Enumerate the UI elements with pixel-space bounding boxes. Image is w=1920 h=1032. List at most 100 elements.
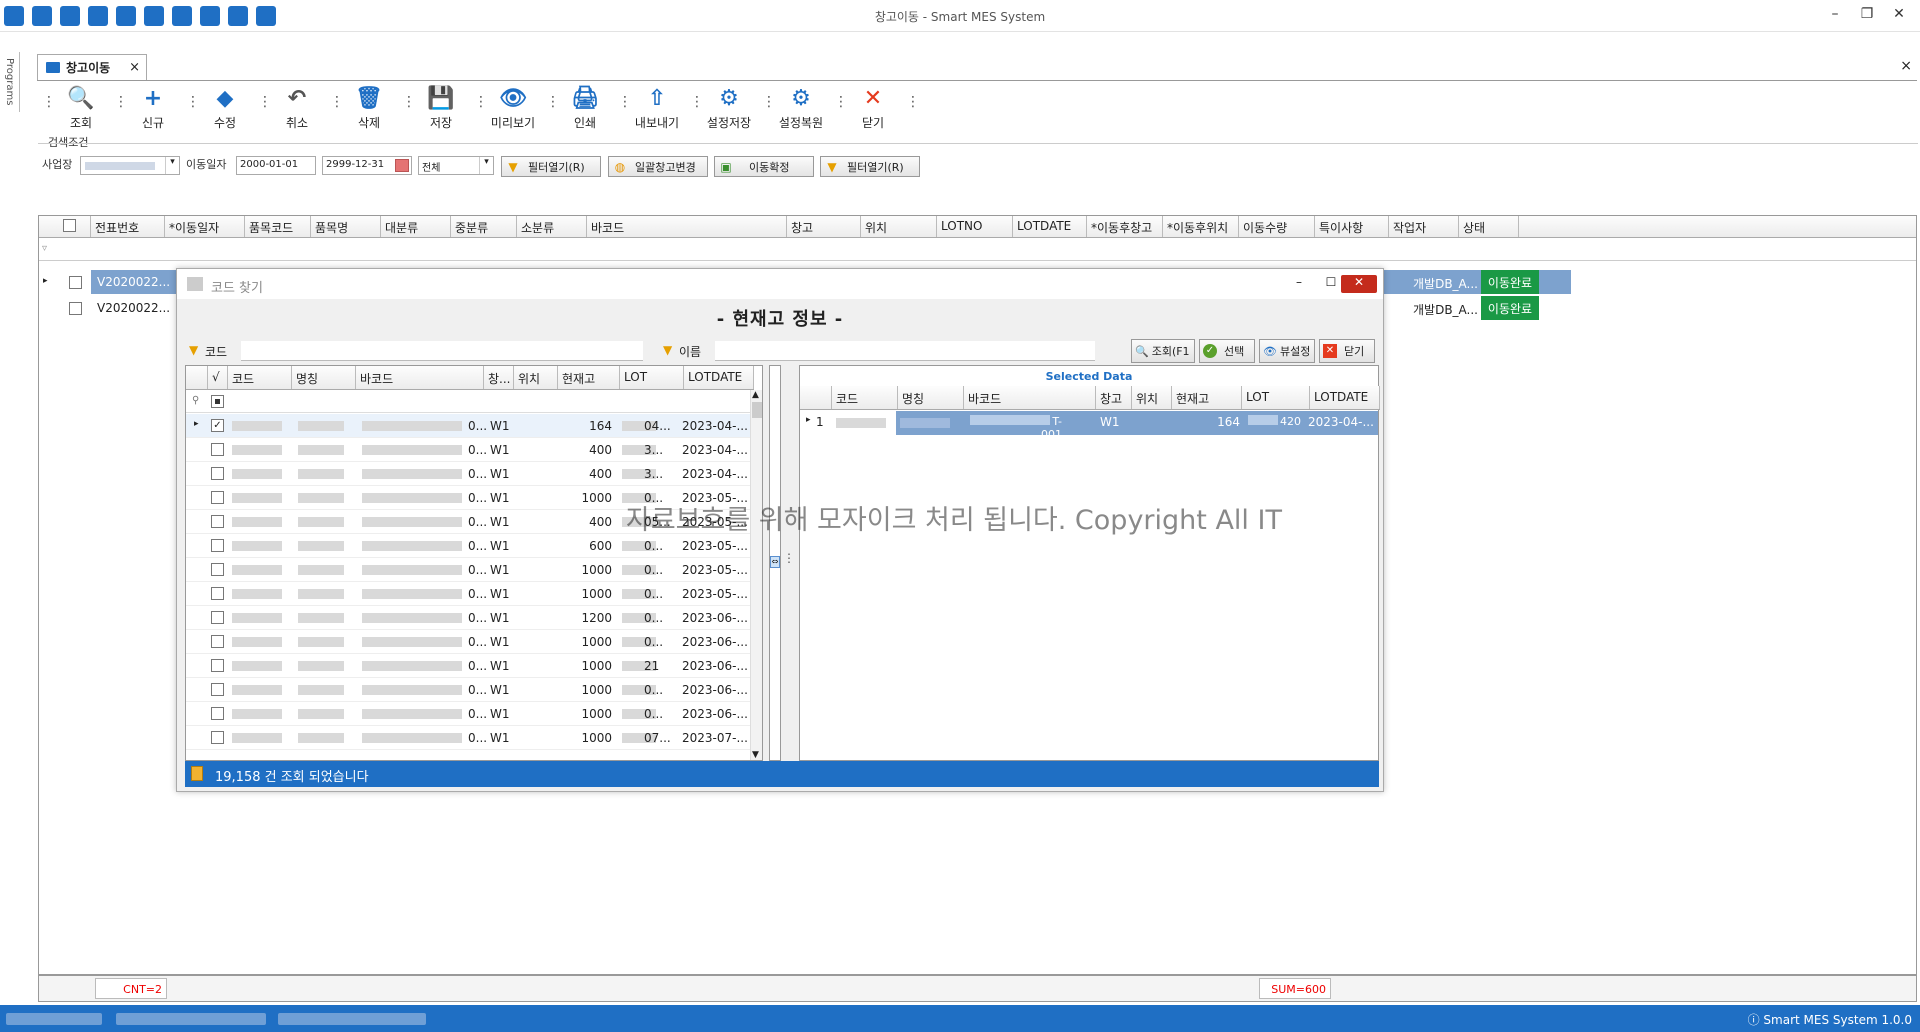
confirm-move-button[interactable]: ▣ 이동확정 <box>714 156 814 177</box>
name-input[interactable] <box>715 341 1095 361</box>
column-header[interactable]: *이동후위치 <box>1163 216 1239 237</box>
column-header[interactable]: 품목코드 <box>245 216 311 237</box>
stock-grid-filter-row[interactable]: ⚲ <box>186 391 752 413</box>
row-checkbox[interactable] <box>211 539 224 552</box>
close-all-tabs-icon[interactable]: × <box>1900 58 1912 74</box>
save-settings-button[interactable]: ⚙ 설정저장 <box>700 82 758 136</box>
column-header[interactable]: 명칭 <box>898 386 964 409</box>
row-checkbox[interactable] <box>211 587 224 600</box>
row-checkbox[interactable] <box>211 491 224 504</box>
dialog-search-button[interactable]: 🔍 조회(F1 <box>1131 339 1195 363</box>
table-row[interactable]: ▸ ✓ 0... W1 164 04... 2023-04-... <box>186 414 752 438</box>
row-checkbox[interactable] <box>211 563 224 576</box>
dialog-close-text-button[interactable]: ✕ 닫기 <box>1319 339 1375 363</box>
column-header[interactable]: 코드 <box>228 366 292 389</box>
table-row[interactable]: 0... W1 1000 0... 2023-06-... <box>186 678 752 702</box>
column-header[interactable]: 소분류 <box>517 216 587 237</box>
row-checkbox[interactable] <box>211 443 224 456</box>
header-select-all-checkbox[interactable] <box>39 216 91 237</box>
column-header[interactable]: 코드 <box>832 386 898 409</box>
row-checkbox[interactable] <box>69 302 82 315</box>
column-header[interactable]: LOTDATE <box>684 366 754 389</box>
column-header[interactable]: 바코드 <box>587 216 787 237</box>
chevron-down-icon[interactable]: ▾ <box>479 157 493 174</box>
scroll-up-icon[interactable]: ▲ <box>752 390 759 400</box>
code-input[interactable] <box>241 341 643 361</box>
row-checkbox[interactable]: ✓ <box>211 419 224 432</box>
column-header[interactable]: 전표번호 <box>91 216 165 237</box>
site-select[interactable]: ▾ <box>80 156 180 175</box>
calendar-icon[interactable] <box>395 159 409 172</box>
close-button[interactable]: ✕ 닫기 <box>844 82 902 136</box>
minimize-button[interactable]: – <box>1822 6 1848 26</box>
new-button[interactable]: + 신규 <box>124 82 182 136</box>
column-header[interactable]: 위치 <box>1132 386 1172 409</box>
column-header[interactable]: 중분류 <box>451 216 517 237</box>
table-row[interactable]: 0... W1 1000 07... 2023-07-... <box>186 726 752 750</box>
row-checkbox[interactable] <box>211 611 224 624</box>
splitter-grip-icon[interactable]: ⋮ <box>783 551 795 565</box>
row-checkbox[interactable] <box>69 276 82 289</box>
tab-warehouse-move[interactable]: 창고이동 × <box>37 54 147 80</box>
column-header[interactable]: *이동일자 <box>165 216 245 237</box>
scroll-down-icon[interactable]: ▼ <box>752 750 759 760</box>
column-header[interactable]: 위치 <box>514 366 558 389</box>
save-button[interactable]: 💾 저장 <box>412 82 470 136</box>
column-header[interactable]: 바코드 <box>964 386 1096 409</box>
column-header[interactable]: LOTNO <box>937 216 1013 237</box>
column-header[interactable]: 현재고 <box>1172 386 1242 409</box>
column-header[interactable]: 창... <box>484 366 514 389</box>
column-header[interactable]: 위치 <box>861 216 937 237</box>
edit-button[interactable]: ◆ 수정 <box>196 82 254 136</box>
programs-side-tab[interactable]: Programs <box>0 52 20 112</box>
table-row[interactable]: 0... W1 400 3... 2023-04-... <box>186 438 752 462</box>
row-checkbox[interactable] <box>211 707 224 720</box>
print-button[interactable]: 🖨 인쇄 <box>556 82 614 136</box>
table-row[interactable]: 0... W1 1000 0... 2023-05-... <box>186 582 752 606</box>
row-checkbox[interactable] <box>211 683 224 696</box>
date-from-input[interactable]: 2000-01-01 <box>236 156 316 175</box>
search-button[interactable]: 🔍 조회 <box>52 82 110 136</box>
preview-button[interactable]: 👁 미리보기 <box>484 82 542 136</box>
column-header[interactable]: 상태 <box>1459 216 1519 237</box>
select-all-checkbox[interactable] <box>211 395 224 408</box>
row-checkbox[interactable] <box>211 467 224 480</box>
column-header[interactable]: LOT <box>620 366 684 389</box>
column-header[interactable]: 창고 <box>1096 386 1132 409</box>
column-header[interactable]: *이동후창고 <box>1087 216 1163 237</box>
table-row[interactable]: 0... W1 1000 21 2023-06-... <box>186 654 752 678</box>
stock-grid-scrollbar[interactable]: ▲ ▼ <box>750 390 762 760</box>
filter-open-button-2[interactable]: ▼ 필터열기(R) <box>820 156 920 177</box>
chevron-down-icon[interactable]: ▾ <box>165 157 179 174</box>
restore-button[interactable]: ❐ <box>1854 6 1880 26</box>
date-to-input[interactable]: 2999-12-31 <box>322 156 412 175</box>
column-header[interactable]: 바코드 <box>356 366 484 389</box>
table-row[interactable]: 0... W1 1000 0... 2023-05-... <box>186 558 752 582</box>
export-button[interactable]: ⇧ 내보내기 <box>628 82 686 136</box>
cancel-button[interactable]: ↶ 취소 <box>268 82 326 136</box>
row-checkbox[interactable] <box>211 515 224 528</box>
column-header[interactable]: 명칭 <box>292 366 356 389</box>
table-row[interactable]: 0... W1 600 0... 2023-05-... <box>186 534 752 558</box>
table-row[interactable]: 0... W1 400 3... 2023-04-... <box>186 462 752 486</box>
selected-row[interactable]: ▸ 1 T-001 W1 164 420 2023-04-... <box>800 411 1378 441</box>
column-header[interactable]: 특이사항 <box>1315 216 1389 237</box>
column-header[interactable]: 이동수량 <box>1239 216 1315 237</box>
column-header[interactable]: 대분류 <box>381 216 451 237</box>
column-header[interactable]: LOTDATE <box>1013 216 1087 237</box>
splitter-arrows-icon[interactable]: ⇔ <box>770 556 780 568</box>
table-row[interactable]: 0... W1 1000 0... 2023-06-... <box>186 702 752 726</box>
dialog-title-bar[interactable]: 코드 찾기 – ☐ ✕ <box>177 269 1383 299</box>
table-row[interactable]: 0... W1 1000 0... 2023-06-... <box>186 630 752 654</box>
column-header[interactable]: 현재고 <box>558 366 620 389</box>
close-window-button[interactable]: ✕ <box>1886 6 1912 26</box>
scope-select[interactable]: 전체 ▾ <box>418 156 494 175</box>
row-checkbox[interactable] <box>211 731 224 744</box>
grid-splitter[interactable]: ⇔ <box>769 365 781 761</box>
column-header[interactable]: 창고 <box>787 216 861 237</box>
delete-button[interactable]: 🗑 삭제 <box>340 82 398 136</box>
dialog-minimize-button[interactable]: – <box>1281 275 1317 293</box>
column-header[interactable]: √ <box>208 366 228 389</box>
bulk-warehouse-change-button[interactable]: ◍ 일괄창고변경 <box>608 156 708 177</box>
dialog-view-settings-button[interactable]: 👁 뷰설정 <box>1259 339 1315 363</box>
